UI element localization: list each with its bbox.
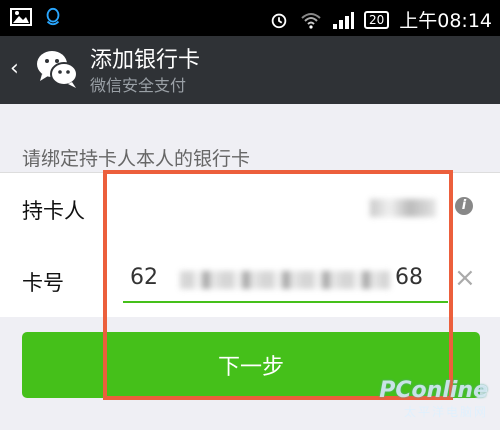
battery-icon: 20 [363, 10, 390, 29]
gallery-icon [10, 8, 32, 26]
card-holder-label: 持卡人 [22, 199, 85, 223]
card-number-start: 62 [130, 265, 158, 290]
card-number-label: 卡号 [22, 271, 64, 295]
signal-icon [332, 11, 354, 29]
qq-icon [46, 7, 60, 26]
watermark-brand: PConline [379, 378, 488, 403]
page-subtitle: 微信安全支付 [90, 76, 187, 95]
clear-icon[interactable]: × [454, 263, 476, 293]
app-header: ‹ 添加银行卡 微信安全支付 [0, 36, 500, 104]
form-hint: 请绑定持卡人本人的银行卡 [22, 148, 251, 170]
card-number-blurred [180, 271, 390, 289]
card-holder-row[interactable]: 持卡人 i [0, 172, 500, 245]
card-number-row[interactable]: 卡号 62 68 × [0, 245, 500, 317]
wechat-logo-icon [37, 51, 78, 88]
card-number-end: 68 [395, 265, 423, 290]
alarm-icon [271, 13, 287, 28]
watermark: PConline 太平洋电脑网 [379, 378, 488, 420]
back-button[interactable]: ‹ [10, 56, 19, 81]
card-holder-name-blurred [370, 199, 436, 217]
watermark-sub: 太平洋电脑网 [403, 405, 488, 419]
wifi-icon [301, 12, 321, 29]
status-time: 上午08:14 [399, 10, 492, 32]
info-icon[interactable]: i [455, 197, 473, 215]
page-title: 添加银行卡 [90, 48, 201, 73]
card-number-underline [123, 301, 448, 303]
status-bar: 20 上午08:14 [0, 0, 500, 36]
